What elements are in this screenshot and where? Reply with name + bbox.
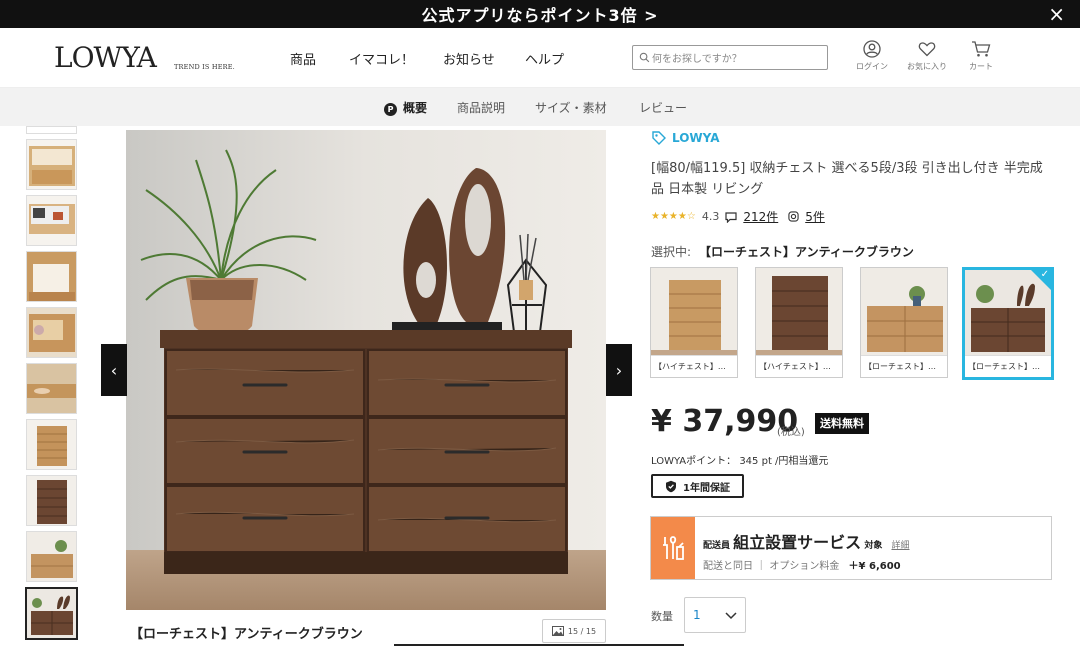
nav-news[interactable]: お知らせ	[443, 49, 495, 68]
service-title: 配送員 組立設置サービス 対象 詳細	[703, 529, 909, 553]
prev-image-button[interactable]: ‹	[101, 344, 127, 396]
app-promo-banner[interactable]: 公式アプリならポイント3倍 > ×	[0, 0, 1080, 28]
variant-option[interactable]: 【ハイチェスト】…	[650, 267, 738, 378]
product-title: [幅80/幅119.5] 収納チェスト 選べる5段/3段 引き出し付き 半完成品…	[651, 161, 1043, 197]
rating-row: ★★★★☆ 4.3 212件 5件	[651, 208, 825, 225]
free-shipping-badge: 送料無料	[815, 413, 869, 434]
service-info: 配送と同日 ｜ オプション料金 ＋¥ 6,600	[703, 557, 901, 572]
variant-label: 【ローチェスト】…	[965, 355, 1051, 377]
image-counter[interactable]: 15 / 15	[542, 619, 606, 643]
shield-icon	[666, 480, 677, 492]
search-input[interactable]: 何をお探しですか？	[632, 45, 828, 70]
thumbnail[interactable]	[26, 126, 77, 134]
thumbnail[interactable]	[26, 363, 77, 414]
thumbnail[interactable]	[26, 195, 77, 246]
thumbnail[interactable]	[26, 419, 77, 470]
review-count-link[interactable]: 212件	[743, 208, 778, 225]
warranty-badge: 1年間保証	[651, 474, 744, 498]
variant-label: 【ローチェスト】…	[861, 355, 947, 377]
assembly-service-box[interactable]: 配送員 組立設置サービス 対象 詳細 配送と同日 ｜ オプション料金 ＋¥ 6,…	[650, 516, 1052, 580]
service-prefix: 配送員	[703, 541, 731, 551]
quantity-value: 1	[693, 608, 701, 622]
product-subnav: P 概要 商品説明 サイズ・素材 レビュー	[0, 88, 1080, 126]
thumbnail[interactable]	[26, 531, 77, 582]
logo-tagline: TREND IS HERE.	[174, 63, 235, 71]
nav-help[interactable]: ヘルプ	[525, 49, 564, 68]
thumbnail[interactable]	[26, 139, 77, 190]
variant-label: 【ハイチェスト】…	[756, 355, 842, 377]
photo-count-link[interactable]: 5件	[805, 208, 825, 225]
thumbnail-active[interactable]	[25, 587, 78, 640]
close-icon[interactable]: ×	[1048, 3, 1066, 25]
rating-stars: ★★★★☆	[651, 211, 696, 222]
variant-option-selected[interactable]: ✓ 【ローチェスト】…	[962, 267, 1054, 380]
service-detail-link[interactable]: 詳細	[891, 541, 909, 551]
selected-variant-name: 【ローチェスト】アンティークブラウン	[699, 245, 914, 259]
user-icon	[863, 40, 881, 58]
nav-imakore[interactable]: イマコレ！	[349, 49, 414, 68]
tab-reviews[interactable]: レビュー	[639, 99, 687, 116]
comment-icon	[725, 211, 737, 223]
tab-description[interactable]: 商品説明	[457, 99, 505, 116]
tag-icon	[652, 131, 666, 145]
thumbnail[interactable]	[26, 475, 77, 526]
selected-variant: 選択中: 【ローチェスト】アンティークブラウン	[651, 243, 914, 260]
image-counter-text: 15 / 15	[567, 626, 597, 636]
warranty-label: 1年間保証	[683, 482, 730, 494]
nav-products[interactable]: 商品	[290, 49, 316, 68]
points-text: LOWYAポイント： 345 pt /円相当還元	[651, 456, 829, 467]
site-logo[interactable]: LOWYA	[54, 41, 157, 74]
chevron-down-icon	[725, 612, 737, 620]
tools-icon	[651, 517, 695, 579]
login-button[interactable]: ログイン	[848, 40, 896, 72]
chest-photo	[126, 130, 606, 610]
service-note: 配送と同日 ｜ オプション料金	[703, 561, 840, 572]
point-icon: P	[384, 103, 397, 116]
tab-size-material[interactable]: サイズ・素材	[535, 99, 607, 116]
app-promo-text[interactable]: 公式アプリならポイント3倍 >	[421, 2, 658, 26]
favorites-label: お気に入り	[907, 62, 947, 71]
service-fee: ＋¥ 6,600	[848, 561, 901, 572]
brand-tag[interactable]: LOWYA	[652, 131, 719, 145]
login-label: ログイン	[856, 62, 888, 71]
heart-icon	[918, 42, 936, 57]
next-image-button[interactable]: ›	[606, 344, 632, 396]
tab-overview-label: 概要	[403, 101, 428, 115]
service-suffix: 対象	[864, 541, 883, 551]
tab-overview[interactable]: P 概要	[384, 99, 427, 116]
variant-option[interactable]: 【ローチェスト】…	[860, 267, 948, 378]
cart-icon	[972, 41, 991, 57]
tax-note: (税込)	[777, 427, 805, 438]
brand-name: LOWYA	[672, 131, 720, 145]
thumbnail[interactable]	[26, 251, 77, 302]
quantity-select[interactable]: 1	[684, 597, 746, 633]
image-caption: 【ローチェスト】アンティークブラウン	[130, 627, 363, 642]
search-icon	[639, 52, 650, 63]
rating-value: 4.3	[701, 210, 720, 223]
search-placeholder: 何をお探しですか？	[652, 54, 742, 65]
cart-label: カート	[969, 62, 993, 71]
site-header: LOWYA TREND IS HERE. 商品 イマコレ！ お知らせ ヘルプ 何…	[0, 28, 1080, 88]
image-icon	[551, 626, 564, 636]
variant-label: 【ハイチェスト】…	[651, 355, 737, 377]
check-icon: ✓	[1040, 269, 1049, 280]
selected-prefix: 選択中:	[651, 245, 692, 259]
cart-button[interactable]: カート	[957, 40, 1005, 72]
main-product-image[interactable]	[126, 130, 606, 610]
service-name: 組立設置サービス	[733, 533, 862, 552]
favorites-button[interactable]: お気に入り	[903, 40, 951, 72]
quantity-label: 数量	[651, 610, 673, 623]
instagram-icon	[788, 211, 799, 222]
thumbnail[interactable]	[26, 307, 77, 358]
variant-option[interactable]: 【ハイチェスト】…	[755, 267, 843, 378]
